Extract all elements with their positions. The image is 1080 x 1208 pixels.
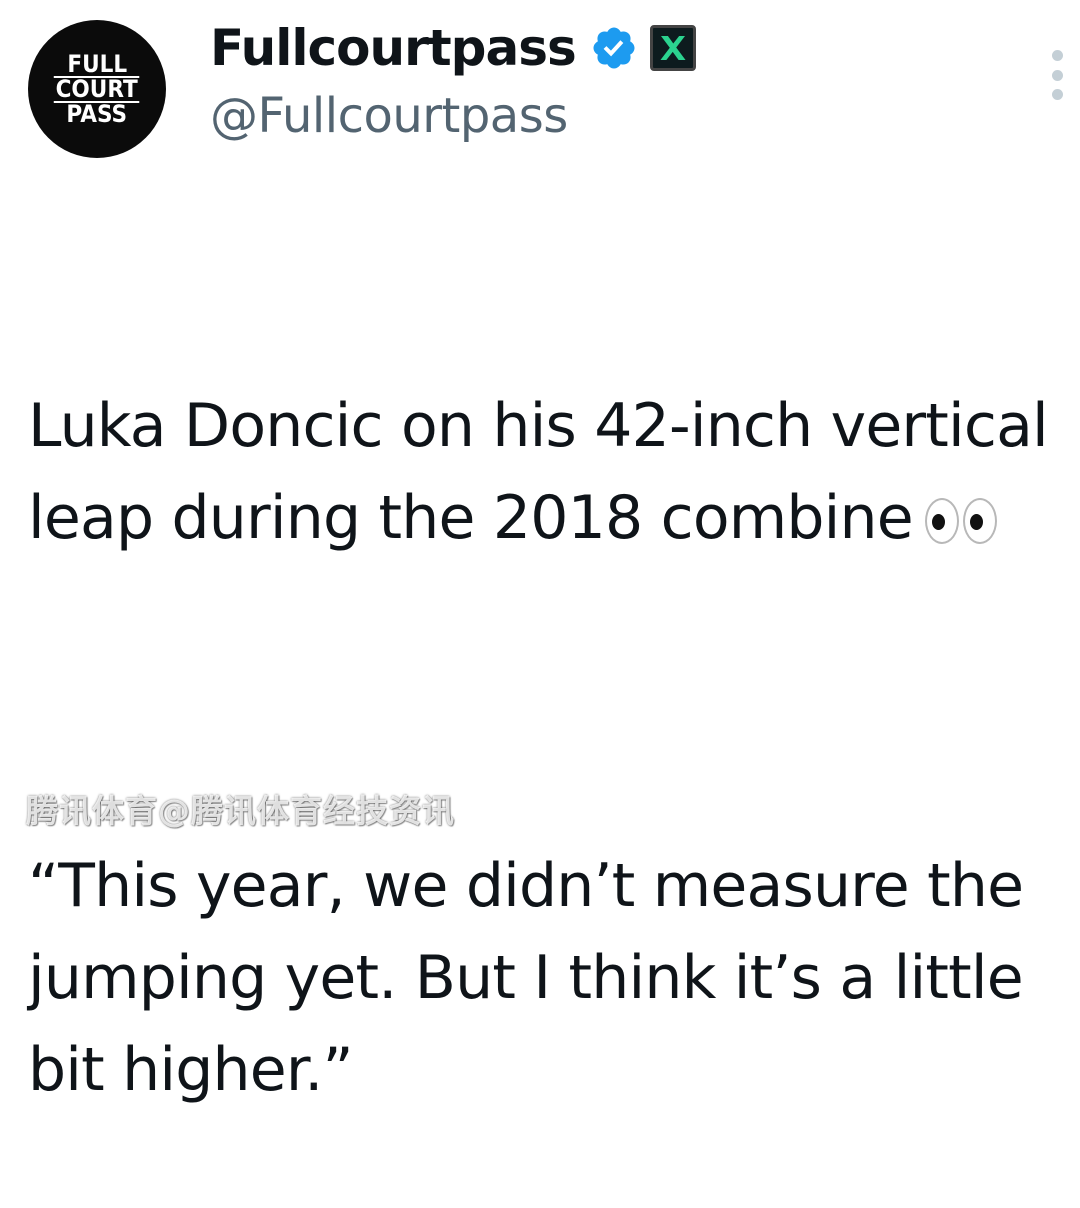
display-name[interactable]: Fullcourtpass	[210, 19, 577, 77]
eyes-emoji-icon	[924, 498, 997, 544]
tweet-paragraph-1: Luka Doncic on his 42-inch vertical leap…	[28, 380, 1076, 564]
eye-left	[924, 498, 959, 544]
avatar-logo-line-2: COURT	[54, 74, 140, 103]
tweet-text: Luka Doncic on his 42-inch vertical leap…	[28, 196, 1076, 1208]
user-handle[interactable]: @Fullcourtpass	[210, 88, 568, 144]
more-dot	[1051, 69, 1063, 81]
more-dot	[1051, 89, 1063, 100]
more-dot	[1051, 50, 1063, 61]
tweet-paragraph-2: “This year, we didn’t measure the jumpin…	[28, 851, 1042, 1105]
more-vertical-icon[interactable]	[1045, 50, 1069, 100]
verified-badge-icon	[590, 24, 638, 72]
avatar[interactable]: FULL COURT PASS	[28, 20, 166, 158]
author-name-row: Fullcourtpass	[210, 16, 696, 80]
eye-right	[962, 498, 997, 544]
x-badge-icon	[649, 25, 696, 71]
avatar-logo-line-1: FULL	[67, 49, 127, 78]
watermark: 腾讯体育@腾讯体育经技资讯	[26, 792, 456, 830]
avatar-logo-line-3: PASS	[66, 99, 128, 128]
tweet-paragraph-1-text: Luka Doncic on his 42-inch vertical leap…	[28, 391, 1067, 553]
